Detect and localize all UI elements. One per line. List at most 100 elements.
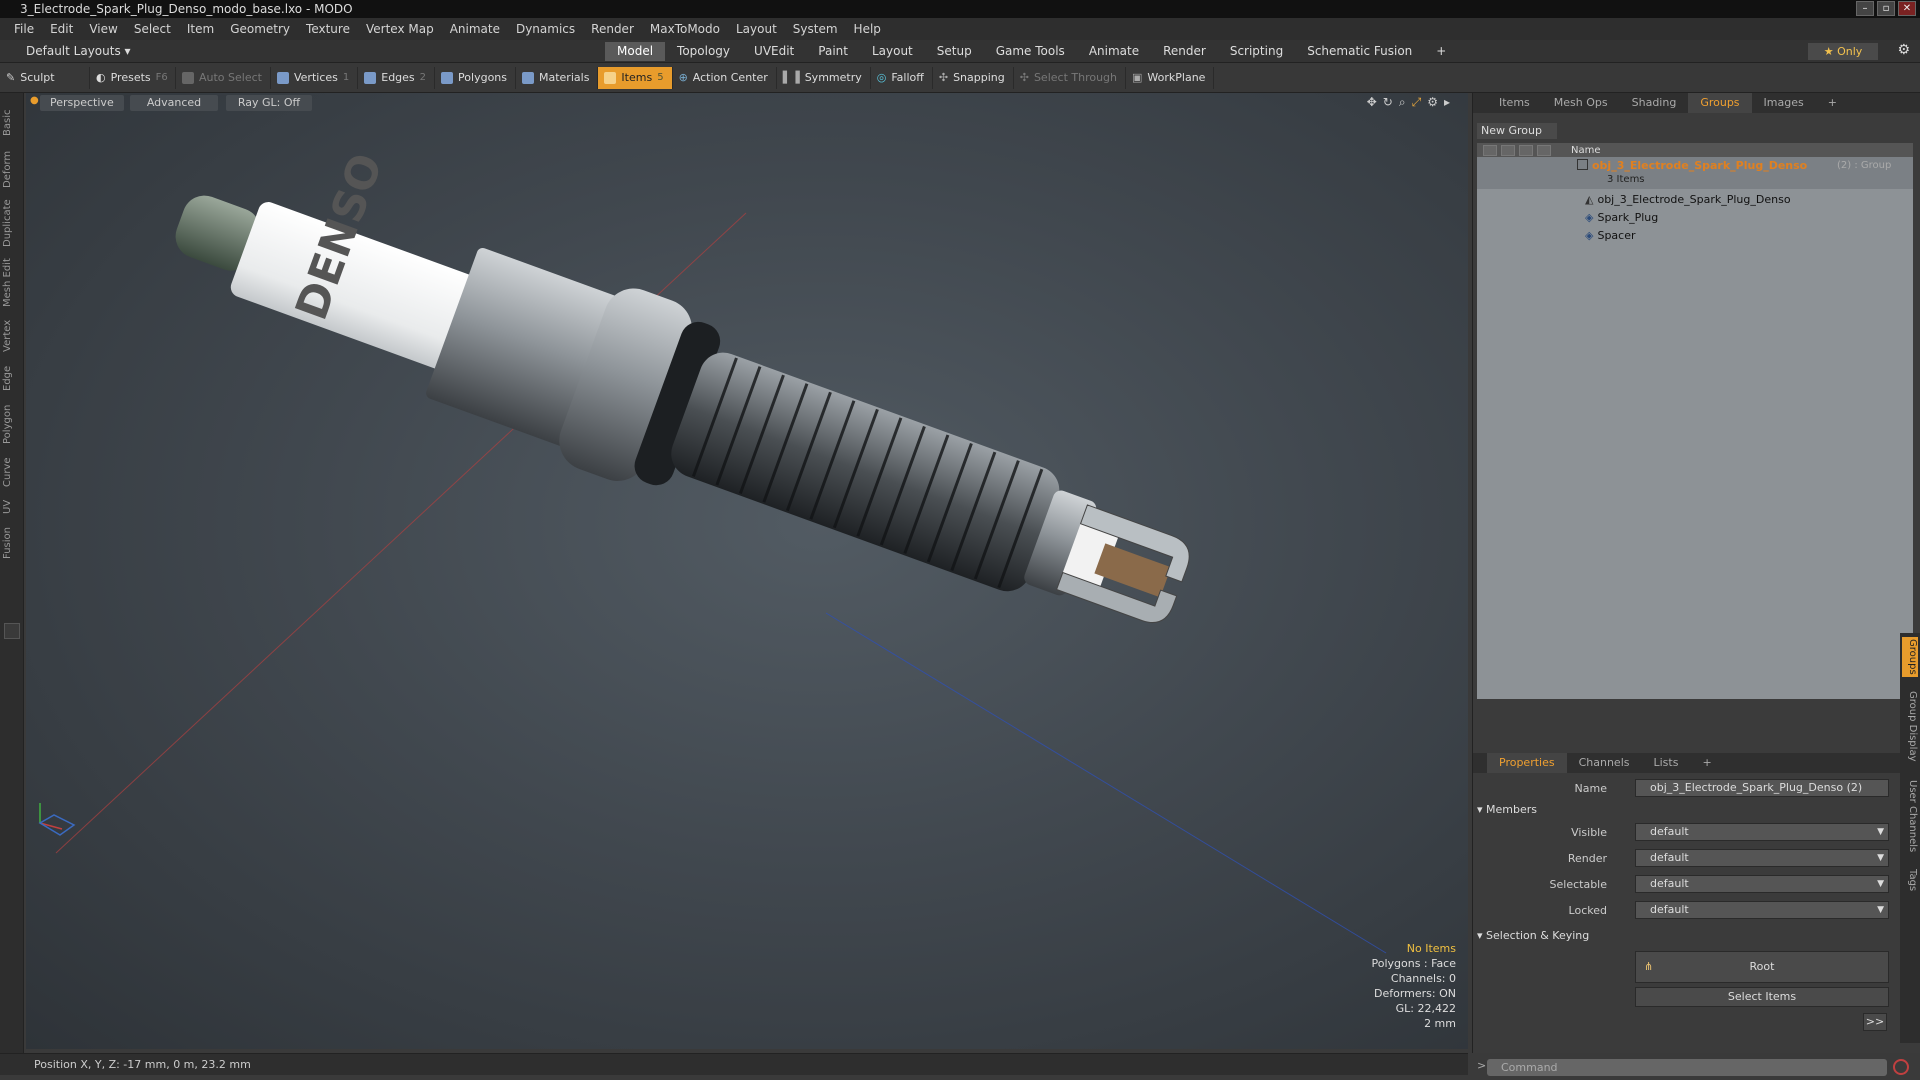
visibility-col-icon[interactable] <box>1483 144 1497 156</box>
menu-animate[interactable]: Animate <box>442 22 508 36</box>
menu-texture[interactable]: Texture <box>298 22 358 36</box>
collapse-icon[interactable] <box>4 623 20 639</box>
locked-dropdown[interactable]: default ▼ <box>1635 901 1889 919</box>
visible-dropdown[interactable]: default ▼ <box>1635 823 1889 841</box>
menu-vertex-map[interactable]: Vertex Map <box>358 22 442 36</box>
auto-select-button[interactable]: Auto Select <box>176 66 271 89</box>
workplane-button[interactable]: ▣ WorkPlane <box>1126 66 1215 89</box>
falloff-button[interactable]: ◎ Falloff <box>871 66 933 89</box>
gear-icon[interactable]: ⚙ <box>1897 42 1910 58</box>
tab-group-display[interactable]: Group Display <box>1902 685 1918 767</box>
name-field[interactable]: obj_3_Electrode_Spark_Plug_Denso (2) <box>1635 779 1889 797</box>
tab-paint[interactable]: Paint <box>806 42 860 61</box>
action-center-button[interactable]: ⊕ Action Center <box>673 66 777 89</box>
snapping-button[interactable]: ✣ Snapping <box>933 66 1014 89</box>
menu-select[interactable]: Select <box>126 22 179 36</box>
selection-keying-section[interactable]: ▾ Selection & Keying <box>1477 927 1887 945</box>
tab-render[interactable]: Render <box>1151 42 1218 61</box>
tab-setup[interactable]: Setup <box>925 42 984 61</box>
tab-curve[interactable]: Curve <box>2 453 20 491</box>
list-item[interactable]: ◈ Spark_Plug <box>1477 209 1913 227</box>
tab-groups[interactable]: Groups <box>1688 93 1752 113</box>
tab-vertex[interactable]: Vertex <box>2 315 20 357</box>
add-panel-tab-button[interactable]: + <box>1816 93 1849 113</box>
only-button[interactable]: ★ Only <box>1808 43 1878 60</box>
list-item[interactable]: ◭ obj_3_Electrode_Spark_Plug_Denso <box>1477 191 1913 209</box>
tab-deform[interactable]: Deform <box>2 147 20 191</box>
render-dropdown[interactable]: default ▼ <box>1635 849 1889 867</box>
fit-view-icon[interactable]: ⤢ <box>1412 95 1422 110</box>
select-items-button[interactable]: Select Items <box>1635 987 1889 1007</box>
tab-game-tools[interactable]: Game Tools <box>984 42 1077 61</box>
tab-mesh-ops[interactable]: Mesh Ops <box>1542 93 1620 113</box>
render-col-icon[interactable] <box>1501 144 1515 156</box>
materials-button[interactable]: Materials <box>516 66 599 89</box>
tab-basic[interactable]: Basic <box>2 103 20 143</box>
tab-shading[interactable]: Shading <box>1620 93 1689 113</box>
select-col-icon[interactable] <box>1519 144 1533 156</box>
root-button[interactable]: ⋔ Root <box>1635 951 1889 983</box>
tab-scripting[interactable]: Scripting <box>1218 42 1295 61</box>
menu-item[interactable]: Item <box>179 22 222 36</box>
members-section[interactable]: ▾ Members <box>1477 801 1887 819</box>
tab-items[interactable]: Items <box>1487 93 1542 113</box>
tab-polygon[interactable]: Polygon <box>2 399 20 449</box>
add-tab-button[interactable]: + <box>1424 42 1458 61</box>
edges-button[interactable]: Edges 2 <box>358 66 436 89</box>
layouts-dropdown[interactable]: Default Layouts ▾ <box>26 44 131 58</box>
tab-images[interactable]: Images <box>1752 93 1816 113</box>
polygons-button[interactable]: Polygons <box>435 66 516 89</box>
3d-viewport[interactable]: DENSO <box>26 93 1468 1049</box>
new-group-button[interactable]: New Group <box>1477 123 1557 139</box>
tab-edge[interactable]: Edge <box>2 361 20 395</box>
close-button[interactable]: ✕ <box>1898 1 1916 16</box>
presets-button[interactable]: ◐ Presets F6 <box>90 66 176 89</box>
lock-col-icon[interactable] <box>1537 144 1551 156</box>
tab-schematic-fusion[interactable]: Schematic Fusion <box>1295 42 1424 61</box>
vertices-button[interactable]: Vertices 1 <box>271 66 359 89</box>
menu-help[interactable]: Help <box>846 22 889 36</box>
record-icon[interactable] <box>1893 1059 1909 1075</box>
menu-edit[interactable]: Edit <box>42 22 81 36</box>
group-row[interactable]: obj_3_Electrode_Spark_Plug_Denso (2) : G… <box>1477 157 1913 189</box>
menu-layout[interactable]: Layout <box>728 22 785 36</box>
perspective-button[interactable]: Perspective <box>40 95 124 111</box>
raygl-button[interactable]: Ray GL: Off <box>226 95 312 111</box>
rotate-view-icon[interactable]: ↻ <box>1383 95 1393 110</box>
tab-duplicate[interactable]: Duplicate <box>2 195 20 251</box>
symmetry-button[interactable]: ▌▐ Symmetry <box>777 66 871 89</box>
more-button[interactable]: >> <box>1863 1013 1887 1031</box>
list-item[interactable]: ◈ Spacer <box>1477 227 1913 245</box>
selectable-dropdown[interactable]: default ▼ <box>1635 875 1889 893</box>
maximize-button[interactable]: ▫ <box>1877 1 1895 16</box>
menu-render[interactable]: Render <box>583 22 642 36</box>
tab-fusion[interactable]: Fusion <box>2 523 20 563</box>
tab-user-channels[interactable]: User Channels <box>1902 775 1918 857</box>
select-through-button[interactable]: ✣ Select Through <box>1014 66 1127 89</box>
menu-view[interactable]: View <box>81 22 125 36</box>
tab-uv[interactable]: UV <box>2 495 20 519</box>
menu-file[interactable]: File <box>6 22 42 36</box>
tab-layout[interactable]: Layout <box>860 42 925 61</box>
tab-uvedit[interactable]: UVEdit <box>742 42 806 61</box>
viewport-menu-icon[interactable]: ● <box>30 95 39 106</box>
command-input[interactable]: Command <box>1487 1059 1887 1076</box>
view-settings-icon[interactable]: ⚙ <box>1427 95 1438 110</box>
tab-topology[interactable]: Topology <box>665 42 742 61</box>
menu-maxtomodo[interactable]: MaxToModo <box>642 22 728 36</box>
items-button[interactable]: Items 5 <box>598 66 673 89</box>
menu-dynamics[interactable]: Dynamics <box>508 22 583 36</box>
tab-animate[interactable]: Animate <box>1077 42 1151 61</box>
move-view-icon[interactable]: ✥ <box>1367 95 1377 110</box>
tab-tags[interactable]: Tags <box>1902 865 1918 895</box>
expand-arrow-icon[interactable]: ▸ <box>1444 95 1450 110</box>
menu-geometry[interactable]: Geometry <box>222 22 298 36</box>
zoom-view-icon[interactable]: ⌕ <box>1399 95 1406 110</box>
tab-groups-side[interactable]: Groups <box>1902 637 1918 677</box>
advanced-button[interactable]: Advanced <box>130 95 218 111</box>
minimize-button[interactable]: – <box>1856 1 1874 16</box>
tab-mesh-edit[interactable]: Mesh Edit <box>2 255 20 311</box>
tab-model[interactable]: Model <box>605 42 666 61</box>
sculpt-button[interactable]: ✎ Sculpt <box>0 66 90 89</box>
name-column-header[interactable]: Name <box>1567 145 1601 156</box>
